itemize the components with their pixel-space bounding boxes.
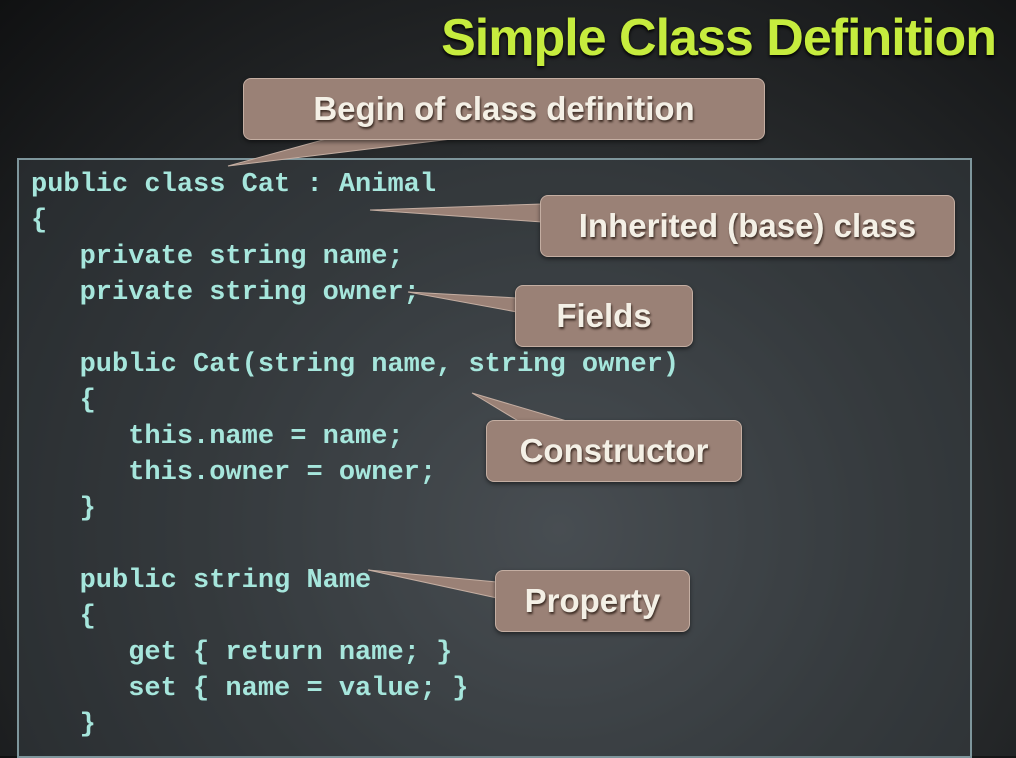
- pointer-fields: [407, 291, 518, 313]
- callout-fields: Fields: [515, 285, 693, 347]
- pointer-constructor: [471, 392, 571, 423]
- callout-property: Property: [495, 570, 690, 632]
- pointer-begin: [227, 137, 461, 167]
- callout-begin-class: Begin of class definition: [243, 78, 765, 140]
- callout-constructor: Constructor: [486, 420, 742, 482]
- pointer-property: [367, 569, 498, 599]
- callout-inherited-class: Inherited (base) class: [540, 195, 955, 257]
- pointer-inherited: [369, 203, 543, 223]
